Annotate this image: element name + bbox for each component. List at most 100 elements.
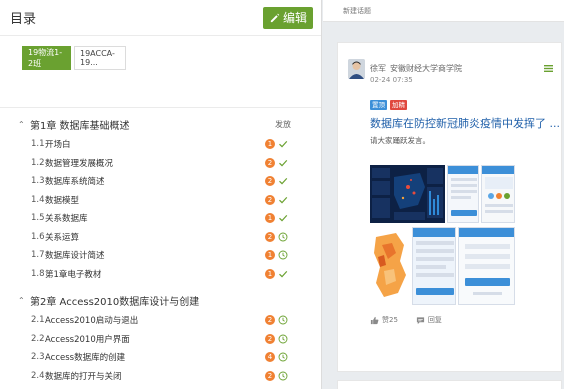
new-topic-input[interactable]: 新建话题 (323, 0, 564, 22)
tab-class-1[interactable]: 19物流1-2班 (22, 46, 71, 70)
comment-icon (416, 316, 425, 324)
list-item[interactable]: 1.7 数据库设计简述 1 (0, 246, 321, 265)
post-date: 02-24 07:35 (370, 76, 413, 84)
chevron-up-icon[interactable]: ⌃ (18, 120, 30, 129)
item-number: 1.3 (31, 176, 45, 187)
item-label: 数据库系统简述 (45, 177, 105, 188)
menu-icon[interactable] (544, 64, 553, 73)
post-image-map[interactable] (370, 227, 410, 305)
publish-status[interactable] (278, 269, 288, 279)
count-badge: 2 (265, 315, 275, 326)
list-item[interactable]: 1.6 关系运算 2 (0, 228, 321, 247)
tag-featured: 加精 (390, 100, 407, 110)
count-badge: 1 (265, 268, 275, 279)
count-badge: 2 (265, 231, 275, 242)
clock-icon (278, 334, 288, 344)
list-item[interactable]: 1.8 第1章电子教材 1 (0, 265, 321, 284)
count-badge: 1 (265, 213, 275, 224)
chevron-up-icon[interactable]: ⌃ (18, 296, 30, 305)
like-count: 赞25 (382, 316, 398, 324)
publish-status[interactable] (278, 250, 288, 260)
list-item[interactable]: 2.1 Access2010启动与退出 2 (0, 311, 321, 330)
next-post-card[interactable] (337, 380, 562, 389)
publish-status[interactable] (278, 315, 288, 325)
count-badge: 2 (265, 194, 275, 205)
list-item[interactable]: 1.1 开场白 1 (0, 135, 321, 154)
post-image-phone-form[interactable] (447, 165, 479, 223)
chapter-header[interactable]: ⌃ 第1章 数据库基础概述 发放 (0, 113, 321, 135)
item-label: 关系运算 (45, 232, 80, 243)
thumbs-up-icon (370, 316, 379, 324)
discussion-panel: 新建话题 徐军 安徽财经大学商学院 02-24 07:35 置顶 加精 数据库在防… (323, 0, 564, 389)
publish-status[interactable] (278, 158, 288, 168)
item-label: 数据管理发展概况 (45, 158, 114, 169)
count-badge: 1 (265, 139, 275, 150)
item-number: 1.1 (31, 139, 45, 150)
post-image-login[interactable] (458, 227, 515, 305)
author-name[interactable]: 徐军 (370, 64, 386, 73)
item-number: 2.1 (31, 315, 45, 326)
publish-status[interactable] (278, 213, 288, 223)
item-number: 2.4 (31, 370, 45, 381)
post-author: 徐军 安徽财经大学商学院 (370, 63, 462, 74)
reply-button[interactable]: 回复 (416, 315, 442, 325)
count-badge: 2 (265, 176, 275, 187)
publish-status[interactable] (278, 195, 288, 205)
item-label: Access数据库的创建 (45, 353, 126, 364)
check-icon (279, 196, 288, 204)
list-item[interactable]: 2.4 数据库的打开与关闭 2 (0, 367, 321, 386)
tab-class-2[interactable]: 19ACCA-19... (74, 46, 126, 70)
list-item[interactable]: 1.5 关系数据库 1 (0, 209, 321, 228)
clock-icon (278, 250, 288, 260)
publish-status[interactable] (278, 232, 288, 242)
item-number: 2.3 (31, 352, 45, 363)
count-badge: 2 (265, 157, 275, 168)
count-badge: 2 (265, 333, 275, 344)
chapter-header[interactable]: ⌃ 第2章 Access2010数据库设计与创建 (0, 289, 321, 311)
publish-status[interactable] (278, 371, 288, 381)
chapter-title: 第1章 数据库基础概述 (30, 120, 130, 132)
tag-pinned: 置顶 (370, 100, 387, 110)
publish-column-label: 发放 (275, 119, 291, 129)
edit-button[interactable]: 编辑 (262, 6, 313, 29)
clock-icon (278, 371, 288, 381)
post-card[interactable]: 徐军 安徽财经大学商学院 02-24 07:35 置顶 加精 数据库在防控新冠肺炎… (337, 42, 562, 372)
item-number: 1.4 (31, 194, 45, 205)
list-item[interactable]: 1.4 数据模型 2 (0, 191, 321, 210)
post-image-gallery (370, 165, 515, 305)
avatar[interactable] (348, 59, 365, 79)
list-item[interactable]: 1.3 数据库系统简述 2 (0, 172, 321, 191)
item-number: 1.5 (31, 213, 45, 224)
list-item[interactable]: 2.2 Access2010用户界面 2 (0, 330, 321, 349)
like-button[interactable]: 赞25 (370, 315, 398, 325)
chapter-title: 第2章 Access2010数据库设计与创建 (30, 296, 200, 308)
item-label: Access2010启动与退出 (45, 316, 139, 327)
check-icon (279, 178, 288, 185)
clock-icon (278, 352, 288, 362)
post-actions: 赞25 回复 (370, 315, 442, 325)
publish-status[interactable] (278, 334, 288, 344)
post-body: 请大家踊跃发言。 (370, 136, 430, 145)
item-number: 1.6 (31, 231, 45, 242)
post-image-phone-app[interactable] (481, 165, 515, 223)
post-image-form[interactable] (412, 227, 456, 305)
list-item[interactable]: 2.3 Access数据库的创建 4 (0, 348, 321, 367)
outline-header: 目录 编辑 (0, 0, 321, 36)
post-title[interactable]: 数据库在防控新冠肺炎疫情中发挥了 ... (370, 115, 560, 131)
check-icon (279, 270, 288, 278)
post-tags: 置顶 加精 (370, 100, 407, 110)
publish-status[interactable] (278, 352, 288, 362)
outline-title: 目录 (10, 12, 37, 27)
post-image-dashboard[interactable] (370, 165, 445, 223)
item-label: 数据模型 (45, 195, 80, 206)
publish-status[interactable] (278, 139, 288, 149)
check-icon (279, 159, 288, 167)
publish-status[interactable] (278, 176, 288, 186)
pencil-icon (270, 13, 280, 23)
list-item[interactable]: 1.2 数据管理发展概况 2 (0, 154, 321, 173)
item-label: 关系数据库 (45, 214, 88, 225)
count-badge: 1 (265, 250, 275, 261)
list-item[interactable]: 2.5数据库的安全操作1 (0, 385, 321, 389)
item-number: 1.8 (31, 268, 45, 279)
count-badge: 2 (265, 370, 275, 381)
